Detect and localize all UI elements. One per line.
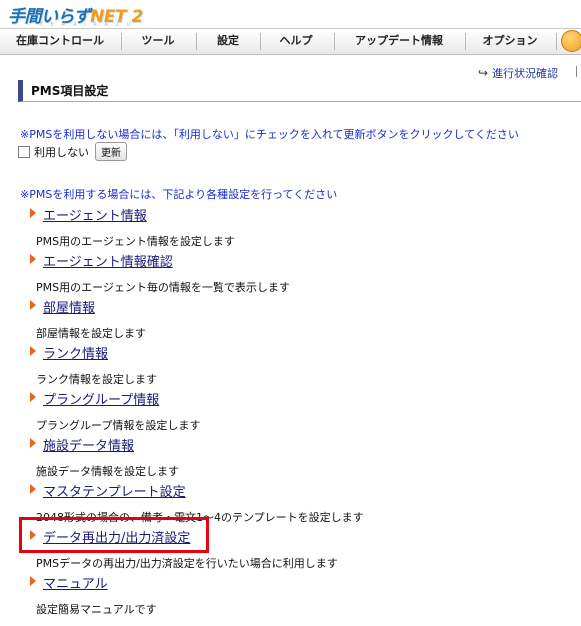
- item-description: 施設データ情報を設定します: [36, 465, 179, 478]
- item-description: PMS用のエージェント情報を設定します: [36, 235, 235, 248]
- bullet-arrow-icon: [30, 208, 36, 218]
- menu-inventory-control[interactable]: 在庫コントロール: [6, 29, 114, 54]
- not-use-label: 利用しない: [34, 145, 89, 159]
- bullet-arrow-icon: [30, 300, 36, 310]
- agent-info-link[interactable]: エージェント情報: [43, 205, 147, 224]
- notice-not-use: ※PMSを利用しない場合には、「利用しない」にチェックを入れて更新ボタンをクリッ…: [20, 128, 519, 141]
- item-description: PMSデータの再出力/出力済設定を行いたい場合に利用します: [36, 557, 338, 570]
- bullet-arrow-icon: [30, 530, 36, 540]
- item-description: ランク情報を設定します: [36, 373, 157, 386]
- bullet-arrow-icon: [30, 346, 36, 356]
- item-description: プラングループ情報を設定します: [36, 419, 201, 432]
- menu-help[interactable]: ヘルプ: [261, 29, 331, 54]
- menu-options[interactable]: オプション: [466, 29, 554, 54]
- menu-divider: [556, 33, 557, 50]
- progress-status-link[interactable]: ↪ 進行状況確認: [478, 65, 558, 81]
- bullet-arrow-icon: [30, 438, 36, 448]
- divider: [576, 66, 577, 77]
- menu-update-info[interactable]: アップデート情報: [335, 29, 463, 54]
- agent-info-check-link[interactable]: エージェント情報確認: [43, 251, 173, 270]
- rank-info-link[interactable]: ランク情報: [43, 343, 108, 362]
- bullet-arrow-icon: [30, 484, 36, 494]
- not-use-checkbox[interactable]: [18, 145, 30, 158]
- data-reoutput-link[interactable]: データ再出力/出力済設定: [43, 527, 190, 546]
- home-icon[interactable]: [561, 30, 581, 52]
- share-arrow-icon: ↪: [478, 66, 489, 80]
- progress-status-label: 進行状況確認: [492, 67, 559, 80]
- main-menu: 在庫コントロール ツール 設定 ヘルプ アップデート情報 オプション: [0, 28, 581, 55]
- item-description: PMS用のエージェント毎の情報を一覧で表示します: [36, 281, 290, 294]
- bullet-arrow-icon: [30, 392, 36, 402]
- plan-group-info-link[interactable]: プラングループ情報: [43, 389, 159, 408]
- bullet-arrow-icon: [30, 576, 36, 586]
- item-description: 設定簡易マニュアルです: [36, 603, 157, 616]
- item-description: 部屋情報を設定します: [36, 327, 146, 340]
- menu-settings[interactable]: 設定: [197, 29, 259, 54]
- bullet-arrow-icon: [30, 254, 36, 264]
- page-title: PMS項目設定: [18, 80, 581, 102]
- app-header: 手間いらずNET 2 T E M A I R A Z U: [0, 0, 581, 30]
- menu-tools[interactable]: ツール: [122, 29, 194, 54]
- update-button[interactable]: 更新: [95, 142, 127, 161]
- facility-data-info-link[interactable]: 施設データ情報: [43, 435, 134, 454]
- room-info-link[interactable]: 部屋情報: [43, 297, 95, 316]
- manual-link[interactable]: マニュアル: [43, 573, 108, 592]
- not-use-row: 利用しない 更新: [18, 142, 127, 161]
- master-template-link[interactable]: マスタテンプレート設定: [43, 481, 186, 500]
- notice-use: ※PMSを利用する場合には、下記より各種設定を行ってください: [20, 188, 338, 201]
